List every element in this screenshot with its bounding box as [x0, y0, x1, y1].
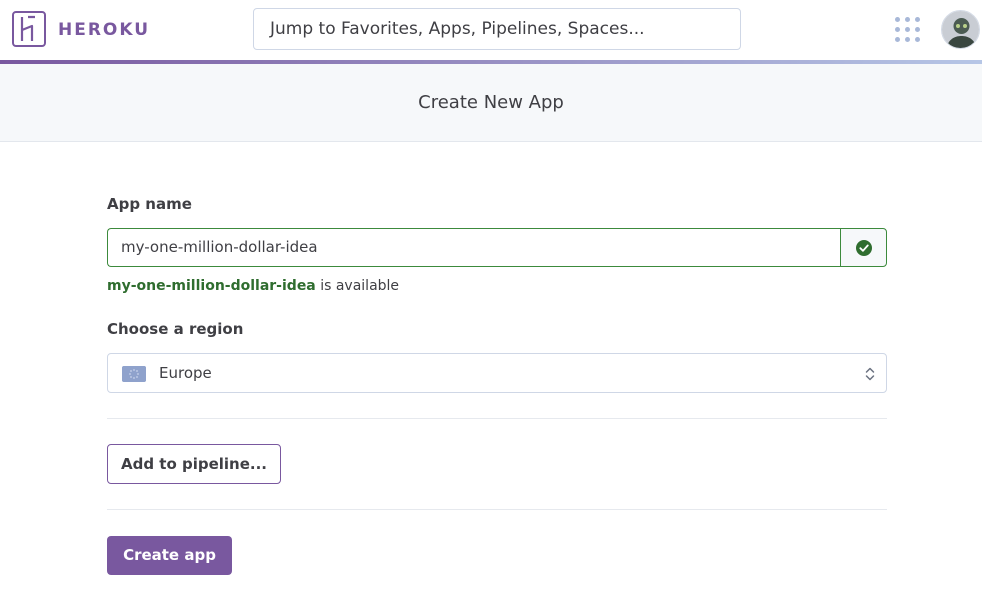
top-nav: HEROKU Jump to Favorites, Apps, Pipeline… — [0, 0, 982, 60]
select-arrows-icon — [865, 367, 875, 381]
app-name-label: App name — [107, 195, 192, 213]
divider — [107, 509, 887, 510]
brand-name[interactable]: HEROKU — [58, 20, 150, 40]
app-name-value: my-one-million-dollar-idea — [121, 238, 318, 256]
add-to-pipeline-button[interactable]: Add to pipeline... — [107, 444, 281, 484]
check-circle-icon — [856, 240, 872, 256]
page-title: Create New App — [418, 92, 564, 113]
app-name-input[interactable]: my-one-million-dollar-idea — [107, 228, 841, 267]
user-avatar[interactable] — [941, 10, 980, 49]
eu-flag-icon — [122, 366, 146, 382]
app-name-status — [840, 228, 887, 267]
availability-suffix: is available — [315, 278, 400, 294]
region-selected: Europe — [159, 364, 212, 382]
region-select[interactable]: Europe — [107, 353, 887, 393]
region-label: Choose a region — [107, 320, 244, 338]
availability-app-name: my-one-million-dollar-idea — [107, 278, 316, 294]
page-header: Create New App — [0, 64, 982, 142]
search-placeholder: Jump to Favorites, Apps, Pipelines, Spac… — [270, 19, 645, 39]
divider — [107, 418, 887, 419]
apps-grid-icon[interactable] — [895, 17, 921, 43]
create-app-button[interactable]: Create app — [107, 536, 232, 575]
availability-message: my-one-million-dollar-idea is available — [107, 277, 399, 295]
heroku-logo-icon[interactable] — [12, 11, 46, 47]
search-input[interactable]: Jump to Favorites, Apps, Pipelines, Spac… — [253, 8, 741, 50]
